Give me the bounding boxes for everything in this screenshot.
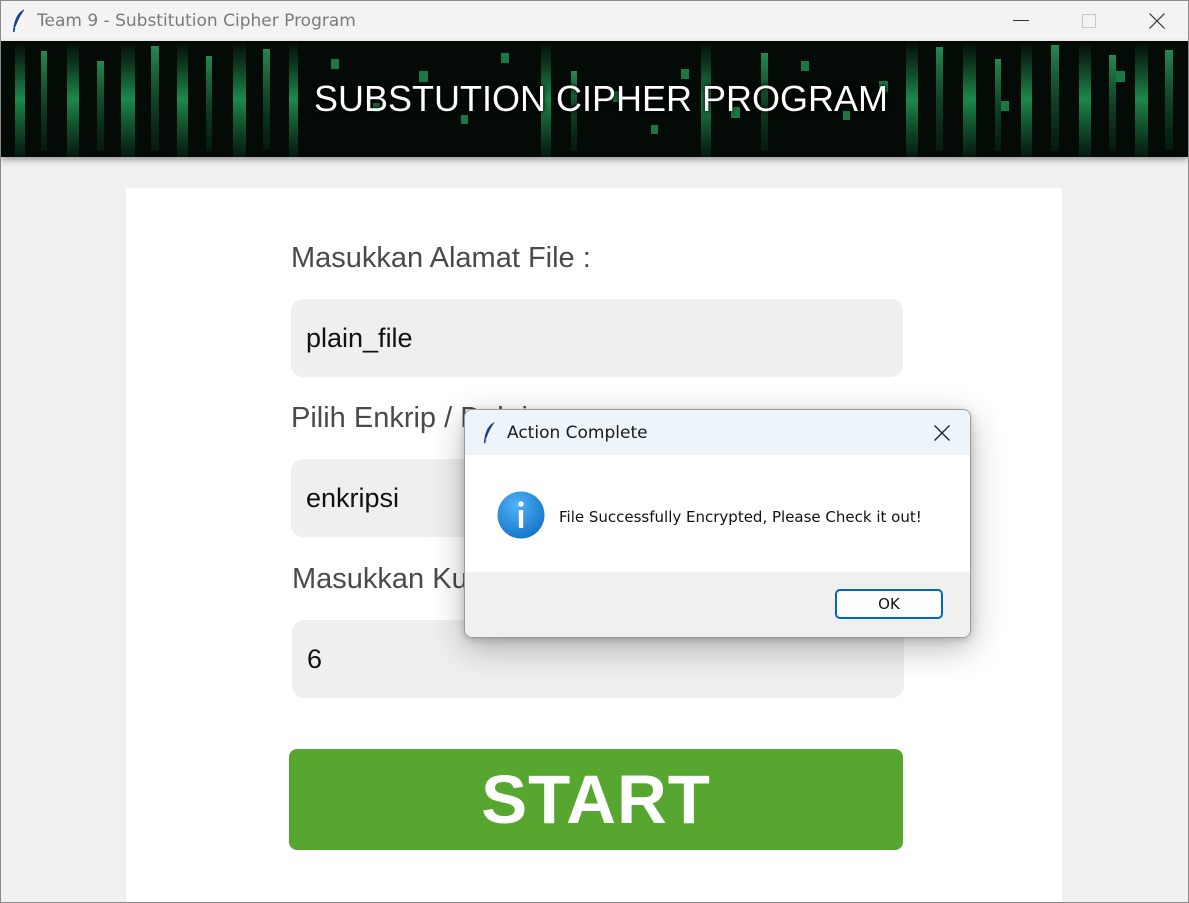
info-icon: [497, 491, 545, 539]
dialog-footer: OK: [465, 572, 970, 637]
dialog-message: File Successfully Encrypted, Please Chec…: [559, 508, 922, 526]
dialog-title: Action Complete: [507, 423, 648, 443]
maximize-icon: [1082, 14, 1096, 28]
header-banner: SUBSTUTION CIPHER PROGRAM: [1, 41, 1188, 157]
title-bar[interactable]: Team 9 - Substitution Cipher Program: [1, 1, 1188, 41]
ok-button[interactable]: OK: [835, 589, 943, 619]
maximize-button[interactable]: [1055, 1, 1123, 41]
banner-title: SUBSTUTION CIPHER PROGRAM: [313, 78, 889, 119]
close-button[interactable]: [1123, 1, 1188, 41]
file-path-label: Masukkan Alamat File :: [291, 242, 591, 274]
dialog-title-bar[interactable]: Action Complete: [465, 410, 970, 455]
dialog-close-button[interactable]: [923, 418, 961, 448]
minimize-icon: [1013, 20, 1029, 21]
feather-icon: [483, 421, 496, 444]
close-icon: [934, 425, 950, 441]
feather-icon: [13, 8, 26, 32]
action-complete-dialog: Action Complete File Successfully Encryp…: [464, 409, 971, 638]
close-icon: [1149, 13, 1165, 29]
file-path-input[interactable]: [291, 299, 903, 377]
window-title: Team 9 - Substitution Cipher Program: [37, 11, 356, 31]
app-window: Team 9 - Substitution Cipher Program SUB…: [0, 0, 1189, 903]
minimize-button[interactable]: [987, 1, 1055, 41]
start-button[interactable]: START: [289, 749, 903, 850]
